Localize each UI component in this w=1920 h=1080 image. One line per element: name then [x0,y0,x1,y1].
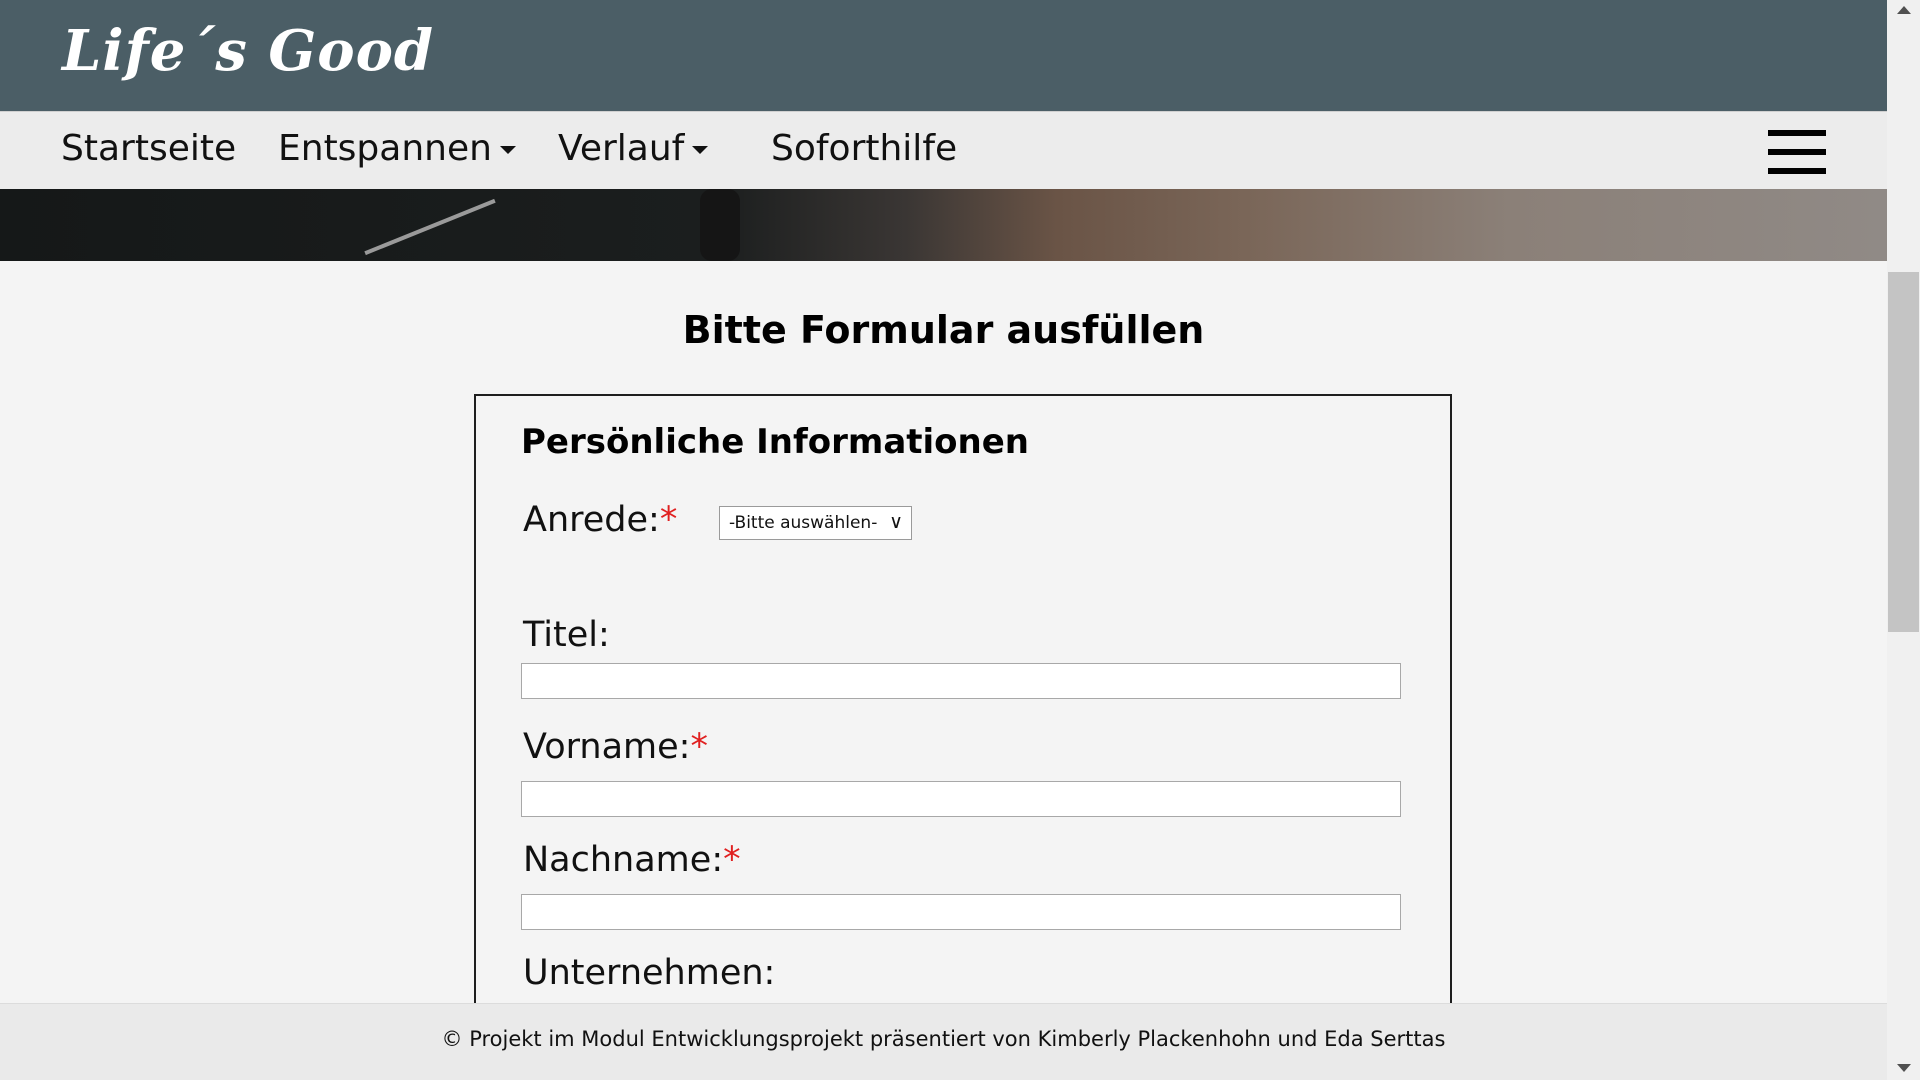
nav-item-entspannen[interactable]: Entspannen [278,128,516,169]
required-marker: * [690,727,708,767]
footer-text: © Projekt im Modul Entwicklungsprojekt p… [441,1027,1446,1051]
scroll-down-arrow-icon[interactable] [1897,1064,1911,1072]
required-marker: * [723,840,741,880]
nav-item-label: Startseite [61,128,237,169]
nav-item-soforthilfe[interactable]: Soforthilfe [771,128,957,169]
anrede-select[interactable]: -Bitte auswählen- ∨ [719,506,912,540]
chevron-down-icon: ∨ [889,511,903,533]
vorname-label: Vorname:* [523,727,708,767]
page: Life´s Good Startseite Entspannen Verlau… [0,0,1887,1080]
unternehmen-label: Unternehmen: [523,953,776,993]
titel-input[interactable] [521,663,1401,699]
scroll-thumb[interactable] [1888,272,1919,632]
form-container: Persönliche Informationen Anrede:* -Bitt… [474,394,1452,1080]
page-title: Bitte Formular ausfüllen [682,308,1205,352]
nav-item-verlauf[interactable]: Verlauf [558,128,709,169]
anrede-selected-value: -Bitte auswählen- [729,513,878,533]
nav-item-label: Soforthilfe [771,128,958,169]
nav-item-startseite[interactable]: Startseite [61,128,236,169]
site-logo[interactable]: Life´s Good [62,18,434,84]
hero-image [0,189,1887,261]
required-marker: * [659,500,678,540]
hero-image-detail [700,189,740,261]
section-title: Persönliche Informationen [521,422,1029,462]
anrede-label: Anrede:* [523,500,678,540]
titel-label: Titel: [523,615,610,655]
site-footer: © Projekt im Modul Entwicklungsprojekt p… [0,1003,1887,1080]
scroll-up-arrow-icon[interactable] [1897,6,1911,14]
hero-image-detail [364,198,496,256]
caret-down-icon [499,146,516,154]
nav-item-label: Entspannen [278,128,492,169]
hamburger-menu-icon[interactable] [1768,130,1826,174]
nachname-label: Nachname:* [523,840,741,880]
vorname-input[interactable] [521,781,1401,817]
nachname-input[interactable] [521,894,1401,930]
vertical-scrollbar[interactable] [1887,0,1920,1080]
main-navigation: Startseite Entspannen Verlauf Soforthilf… [0,111,1887,190]
nav-item-label: Verlauf [558,128,685,169]
site-header: Life´s Good [0,0,1887,111]
caret-down-icon [692,146,709,154]
